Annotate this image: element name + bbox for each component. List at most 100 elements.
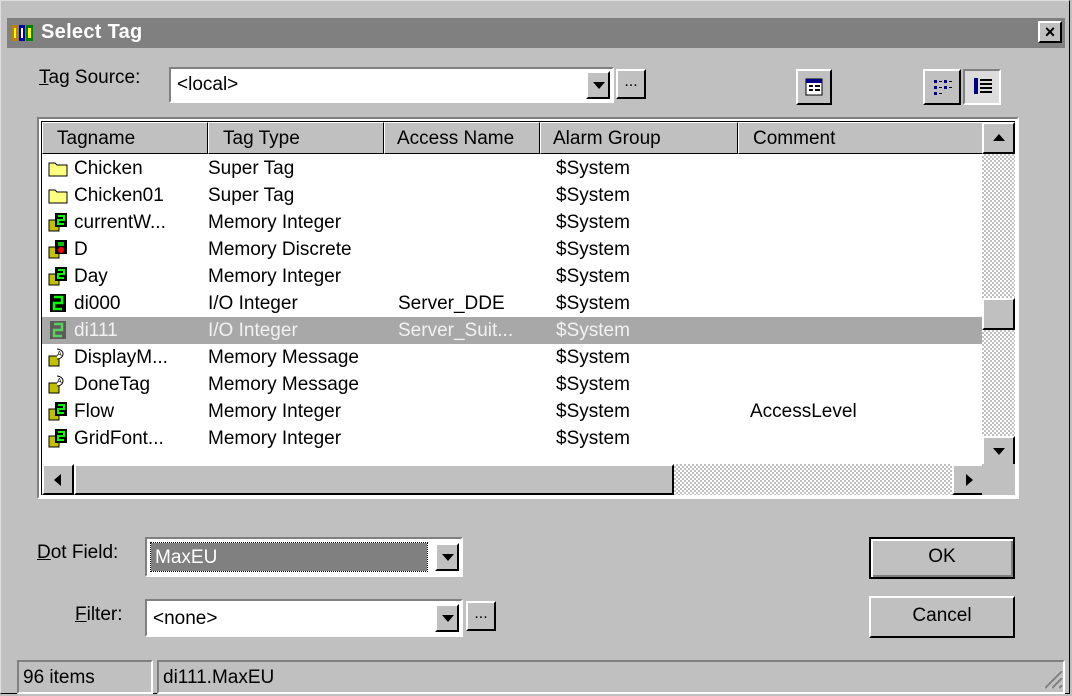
scroll-left-button[interactable] [42,464,74,495]
properties-button[interactable] [796,69,832,105]
details-view-button[interactable] [963,69,1001,105]
dot-field-selection: MaxEU [150,542,428,572]
filter-browse-button[interactable]: ... [466,601,496,631]
column-header-access-name[interactable]: Access Name [384,122,540,154]
list-view-icon [934,80,952,95]
memory-message-icon: A [48,347,68,367]
table-row[interactable]: GridFont... Memory Integer $System [42,425,987,452]
column-header-comment[interactable]: Comment [738,122,986,154]
tag-source-label-text: ag Source: [48,67,141,88]
cell-group: $System [556,212,630,233]
app-icon [12,25,33,41]
cell-type: Super Tag [208,185,295,206]
properties-icon [805,78,823,96]
memory-integer-icon [48,212,68,232]
cell-type: I/O Integer [208,320,298,341]
memory-integer-icon [48,428,68,448]
cell-type: Memory Message [208,374,359,395]
cell-group: $System [556,293,630,314]
cell-group: $System [556,266,630,287]
cell-group: $System [556,428,630,449]
cell-group: $System [556,374,630,395]
status-item-count: 96 items [17,660,153,694]
filter-label-accel: F [75,604,87,625]
tag-list[interactable]: Tagname Tag Type Access Name Alarm Group… [37,117,1019,499]
table-row[interactable]: A DisplayM... Memory Message $System [42,344,987,371]
filter-combo[interactable]: <none> [145,599,463,637]
title-bar[interactable]: Select Tag × [7,18,1065,48]
svg-text:A: A [57,351,62,358]
table-row[interactable]: di000 I/O Integer Server_DDE $System [42,290,987,317]
ok-label: OK [928,546,956,567]
arrow-left-icon [54,474,61,486]
dot-field-label-text: ot Field: [50,542,119,563]
scroll-up-button[interactable] [982,122,1015,154]
tag-source-dropdown-button[interactable] [586,71,610,99]
dot-field-combo[interactable]: MaxEU [145,537,463,577]
cell-type: Memory Integer [208,212,342,233]
io-integer-icon [48,320,68,340]
table-row[interactable]: Flow Memory Integer $System AccessLevel [42,398,987,425]
horizontal-scroll-thumb[interactable] [74,464,674,495]
cell-group: $System [556,158,630,179]
status-count-text: 96 items [23,667,95,688]
vertical-scroll-thumb[interactable] [982,298,1015,330]
dot-field-label-accel: D [37,542,51,563]
list-view-button[interactable] [923,69,961,105]
cell-name: di111 [74,320,118,341]
tag-list-body: Tagname Tag Type Access Name Alarm Group… [41,121,1015,495]
scroll-right-button[interactable] [952,464,984,495]
arrow-up-icon [993,134,1005,141]
cell-group: $System [556,185,630,206]
memory-message-icon: A [48,374,68,394]
column-header-tag-type[interactable]: Tag Type [208,122,384,154]
select-tag-dialog: Select Tag × Tag Source: <local> ... Tag… [0,0,1070,694]
ok-button[interactable]: OK [869,537,1015,579]
cell-access: Server_Suit... [398,320,514,341]
table-row[interactable]: Chicken Super Tag $System [42,155,987,182]
horizontal-scrollbar[interactable] [42,464,984,495]
super-tag-folder-icon [48,185,68,205]
column-label: Access Name [397,128,515,149]
column-label: Comment [753,128,836,149]
cell-access: Server_DDE [398,293,505,314]
filter-dropdown-button[interactable] [435,604,459,632]
chevron-down-icon [442,554,454,561]
close-button[interactable]: × [1038,21,1062,43]
arrow-right-icon [966,474,973,486]
status-selection: di111.MaxEU [157,660,1065,694]
cell-group: $System [556,401,630,422]
table-row[interactable]: Day Memory Integer $System [42,263,987,290]
vertical-scrollbar[interactable] [982,122,1015,468]
cell-type: Memory Integer [208,401,342,422]
table-row[interactable]: currentW... Memory Integer $System [42,209,987,236]
table-row[interactable]: A DoneTag Memory Message $System [42,371,987,398]
cell-group: $System [556,239,630,260]
status-selection-text: di111.MaxEU [163,667,275,688]
cell-name: Chicken [74,158,143,179]
column-header-alarm-group[interactable]: Alarm Group [540,122,738,154]
memory-integer-icon [48,266,68,286]
column-label: Alarm Group [553,128,661,149]
cell-name: di000 [74,293,121,314]
cancel-button[interactable]: Cancel [869,596,1015,638]
cell-type: Super Tag [208,158,295,179]
tag-source-combo[interactable]: <local> [169,67,614,103]
dot-field-dropdown-button[interactable] [435,543,459,571]
dot-field-label: Dot Field: [37,542,118,564]
cell-type: Memory Discrete [208,239,352,260]
column-header-tagname[interactable]: Tagname [42,122,208,154]
resize-grip-icon[interactable] [1041,667,1063,689]
column-label: Tag Type [223,128,300,149]
column-label: Tagname [57,128,136,149]
table-row[interactable]: di111 I/O Integer Server_Suit... $System [42,317,987,344]
cell-group: $System [556,320,630,341]
browse-label: ... [624,73,638,90]
table-row[interactable]: Chicken01 Super Tag $System [42,182,987,209]
tag-source-browse-button[interactable]: ... [616,69,646,99]
io-integer-icon [48,293,68,313]
cell-type: Memory Integer [208,428,342,449]
table-row[interactable]: D Memory Discrete $System [42,236,987,263]
cell-name: GridFont... [74,428,164,449]
browse-label: ... [474,605,488,622]
